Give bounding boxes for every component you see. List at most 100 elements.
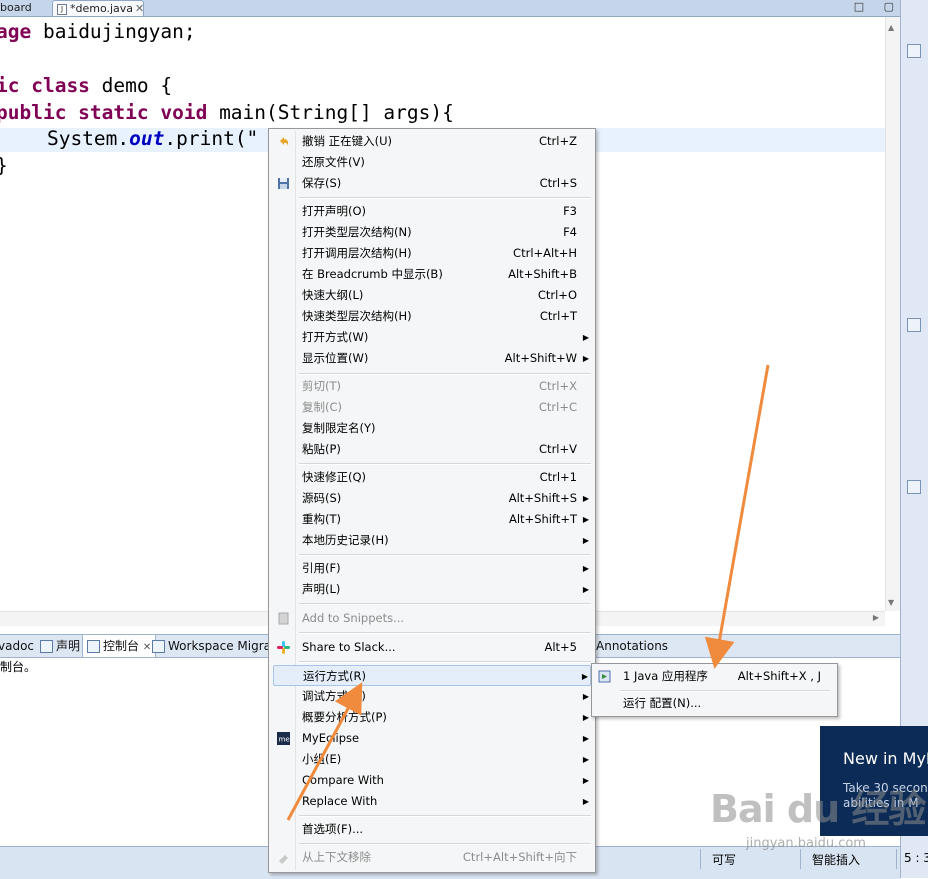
keyword: public static void — [0, 101, 208, 124]
workspace-icon — [152, 640, 165, 653]
menu-item-save[interactable]: 保存(S) Ctrl+S — [273, 173, 591, 194]
menu-item-shortcut: Ctrl+Alt+H — [513, 246, 577, 260]
menu-separator — [299, 603, 591, 605]
menu-item-label: 在 Breadcrumb 中显示(B) — [302, 267, 443, 281]
tab-workspace-migration[interactable]: Workspace Migra — [152, 635, 271, 657]
submenu-arrow-icon: ▶ — [582, 755, 589, 764]
menu-item-shortcut: Ctrl+V — [539, 442, 577, 456]
menu-item-run-configurations[interactable]: 运行 配置(N)... — [594, 693, 835, 714]
menu-item-open-type-hierarchy[interactable]: 打开类型层次结构(N) F4 — [273, 222, 591, 243]
close-icon[interactable]: ✕ — [135, 2, 144, 15]
menu-item-shortcut: Ctrl+1 — [539, 470, 577, 484]
code-line-main: public static void main(String[] args){ — [0, 100, 454, 126]
promo-title: New in MyE — [843, 749, 928, 768]
menu-item-label: 还原文件(V) — [302, 155, 365, 169]
submenu-arrow-icon: ▶ — [582, 776, 589, 785]
menu-item-label: MyEclipse — [302, 731, 360, 745]
submenu-arrow-icon: ▶ — [582, 354, 589, 363]
menu-item-java-application[interactable]: 1 Java 应用程序 Alt+Shift+X , J — [594, 666, 835, 687]
menu-item-compare-with[interactable]: Compare With ▶ — [273, 770, 591, 791]
status-cursor-position: 5 : 3 — [904, 851, 928, 865]
submenu-arrow-icon: ▶ — [582, 333, 589, 342]
menu-item-label: 运行方式(R) — [303, 669, 366, 683]
menu-item-share-to-slack[interactable]: Share to Slack... Alt+5 — [273, 637, 591, 658]
menu-item-quick-outline[interactable]: 快速大纲(L) Ctrl+O — [273, 285, 591, 306]
tab-label: board — [0, 1, 32, 14]
tab-annotations[interactable]: Annotations — [596, 635, 668, 657]
menu-item-declarations[interactable]: 声明(L) ▶ — [273, 579, 591, 600]
status-separator — [800, 849, 801, 869]
menu-item-remove-from-context[interactable]: 从上下文移除 Ctrl+Alt+Shift+向下 — [273, 847, 591, 868]
status-separator — [896, 849, 897, 869]
menu-item-shortcut: Alt+Shift+S — [508, 491, 577, 505]
menu-item-label: Share to Slack... — [302, 640, 396, 654]
menu-item-copy[interactable]: 复制(C) Ctrl+C — [273, 397, 591, 418]
window-controls[interactable]: □ ▢ — [854, 0, 902, 13]
static-field: out — [129, 127, 165, 150]
menu-item-run-as[interactable]: 运行方式(R) ▶ — [273, 665, 591, 686]
editor-vertical-scrollbar[interactable]: ▲ ▼ — [885, 17, 900, 611]
menu-item-quick-type-hierarchy[interactable]: 快速类型层次结构(H) Ctrl+T — [273, 306, 591, 327]
menu-item-myeclipse[interactable]: me MyEclipse ▶ — [273, 728, 591, 749]
menu-item-open-call-hierarchy[interactable]: 打开调用层次结构(H) Ctrl+Alt+H — [273, 243, 591, 264]
tab-javadoc[interactable]: vadoc — [0, 635, 34, 657]
tab-declaration[interactable]: 声明 — [40, 635, 80, 657]
menu-item-show-in[interactable]: 显示位置(W) Alt+Shift+W ▶ — [273, 348, 591, 369]
close-icon[interactable]: ✕ — [143, 642, 151, 653]
menu-item-label: 粘贴(P) — [302, 442, 341, 456]
code-text: demo { — [89, 74, 173, 97]
editor-tab-demo-java[interactable]: J *demo.java ✕ — [52, 0, 144, 16]
editor-tab-dashboard[interactable]: board — [0, 0, 36, 16]
editor-tab-strip: board J *demo.java ✕ □ ▢ — [0, 0, 916, 17]
submenu-arrow-icon: ▶ — [582, 494, 589, 503]
tab-label: Annotations — [596, 639, 669, 653]
menu-item-replace-with[interactable]: Replace With ▶ — [273, 791, 591, 812]
menu-item-shortcut: Ctrl+X — [539, 379, 577, 393]
menu-item-label: 快速修正(Q) — [302, 470, 367, 484]
menu-item-debug-as[interactable]: 调试方式(D) ▶ — [273, 686, 591, 707]
menu-item-label: Replace With — [302, 794, 378, 808]
menu-item-shortcut: Ctrl+O — [537, 288, 577, 302]
scroll-right-icon[interactable]: ▶ — [873, 613, 879, 622]
menu-item-open-declaration[interactable]: 打开声明(O) F3 — [273, 201, 591, 222]
menu-item-add-to-snippets[interactable]: Add to Snippets... — [273, 608, 591, 629]
menu-item-undo[interactable]: 撤销 正在键入(U) Ctrl+Z — [273, 131, 591, 152]
menu-item-label: 复制限定名(Y) — [302, 421, 376, 435]
menu-item-paste[interactable]: 粘贴(P) Ctrl+V — [273, 439, 591, 460]
menu-separator — [299, 373, 591, 375]
menu-item-label: Compare With — [302, 773, 384, 787]
menu-separator — [299, 815, 591, 817]
menu-item-source[interactable]: 源码(S) Alt+Shift+S ▶ — [273, 488, 591, 509]
submenu-arrow-icon: ▶ — [581, 672, 588, 681]
menu-item-references[interactable]: 引用(F) ▶ — [273, 558, 591, 579]
menu-item-shortcut: F3 — [563, 204, 577, 218]
menu-item-profile-as[interactable]: 概要分析方式(P) ▶ — [273, 707, 591, 728]
tab-console[interactable]: 控制台 ✕ — [82, 635, 157, 657]
menu-item-label: 显示位置(W) — [302, 351, 369, 365]
menu-item-shortcut: Ctrl+C — [538, 400, 577, 414]
menu-item-preferences[interactable]: 首选项(F)... — [273, 819, 591, 840]
scroll-up-icon[interactable]: ▲ — [888, 23, 894, 32]
menu-separator — [299, 554, 591, 556]
menu-item-revert-file[interactable]: 还原文件(V) — [273, 152, 591, 173]
menu-item-show-in-breadcrumb[interactable]: 在 Breadcrumb 中显示(B) Alt+Shift+B — [273, 264, 591, 285]
panel-icon[interactable] — [907, 480, 921, 494]
menu-item-cut[interactable]: 剪切(T) Ctrl+X — [273, 376, 591, 397]
panel-icon[interactable] — [907, 44, 921, 58]
menu-item-quick-fix[interactable]: 快速修正(Q) Ctrl+1 — [273, 467, 591, 488]
menu-separator — [299, 843, 591, 845]
status-writable: 可写 — [712, 853, 737, 867]
console-icon — [87, 640, 100, 653]
submenu-arrow-icon: ▶ — [582, 692, 589, 701]
menu-item-shortcut: Alt+5 — [544, 640, 577, 654]
menu-item-local-history[interactable]: 本地历史记录(H) ▶ — [273, 530, 591, 551]
menu-item-shortcut: Alt+Shift+W — [504, 351, 577, 365]
menu-item-label: 保存(S) — [302, 176, 342, 190]
menu-item-refactor[interactable]: 重构(T) Alt+Shift+T ▶ — [273, 509, 591, 530]
menu-item-team[interactable]: 小组(E) ▶ — [273, 749, 591, 770]
panel-icon[interactable] — [907, 318, 921, 332]
slack-icon — [277, 641, 290, 654]
menu-item-copy-qualified-name[interactable]: 复制限定名(Y) — [273, 418, 591, 439]
scroll-down-icon[interactable]: ▼ — [888, 598, 894, 607]
menu-item-open-with[interactable]: 打开方式(W) ▶ — [273, 327, 591, 348]
